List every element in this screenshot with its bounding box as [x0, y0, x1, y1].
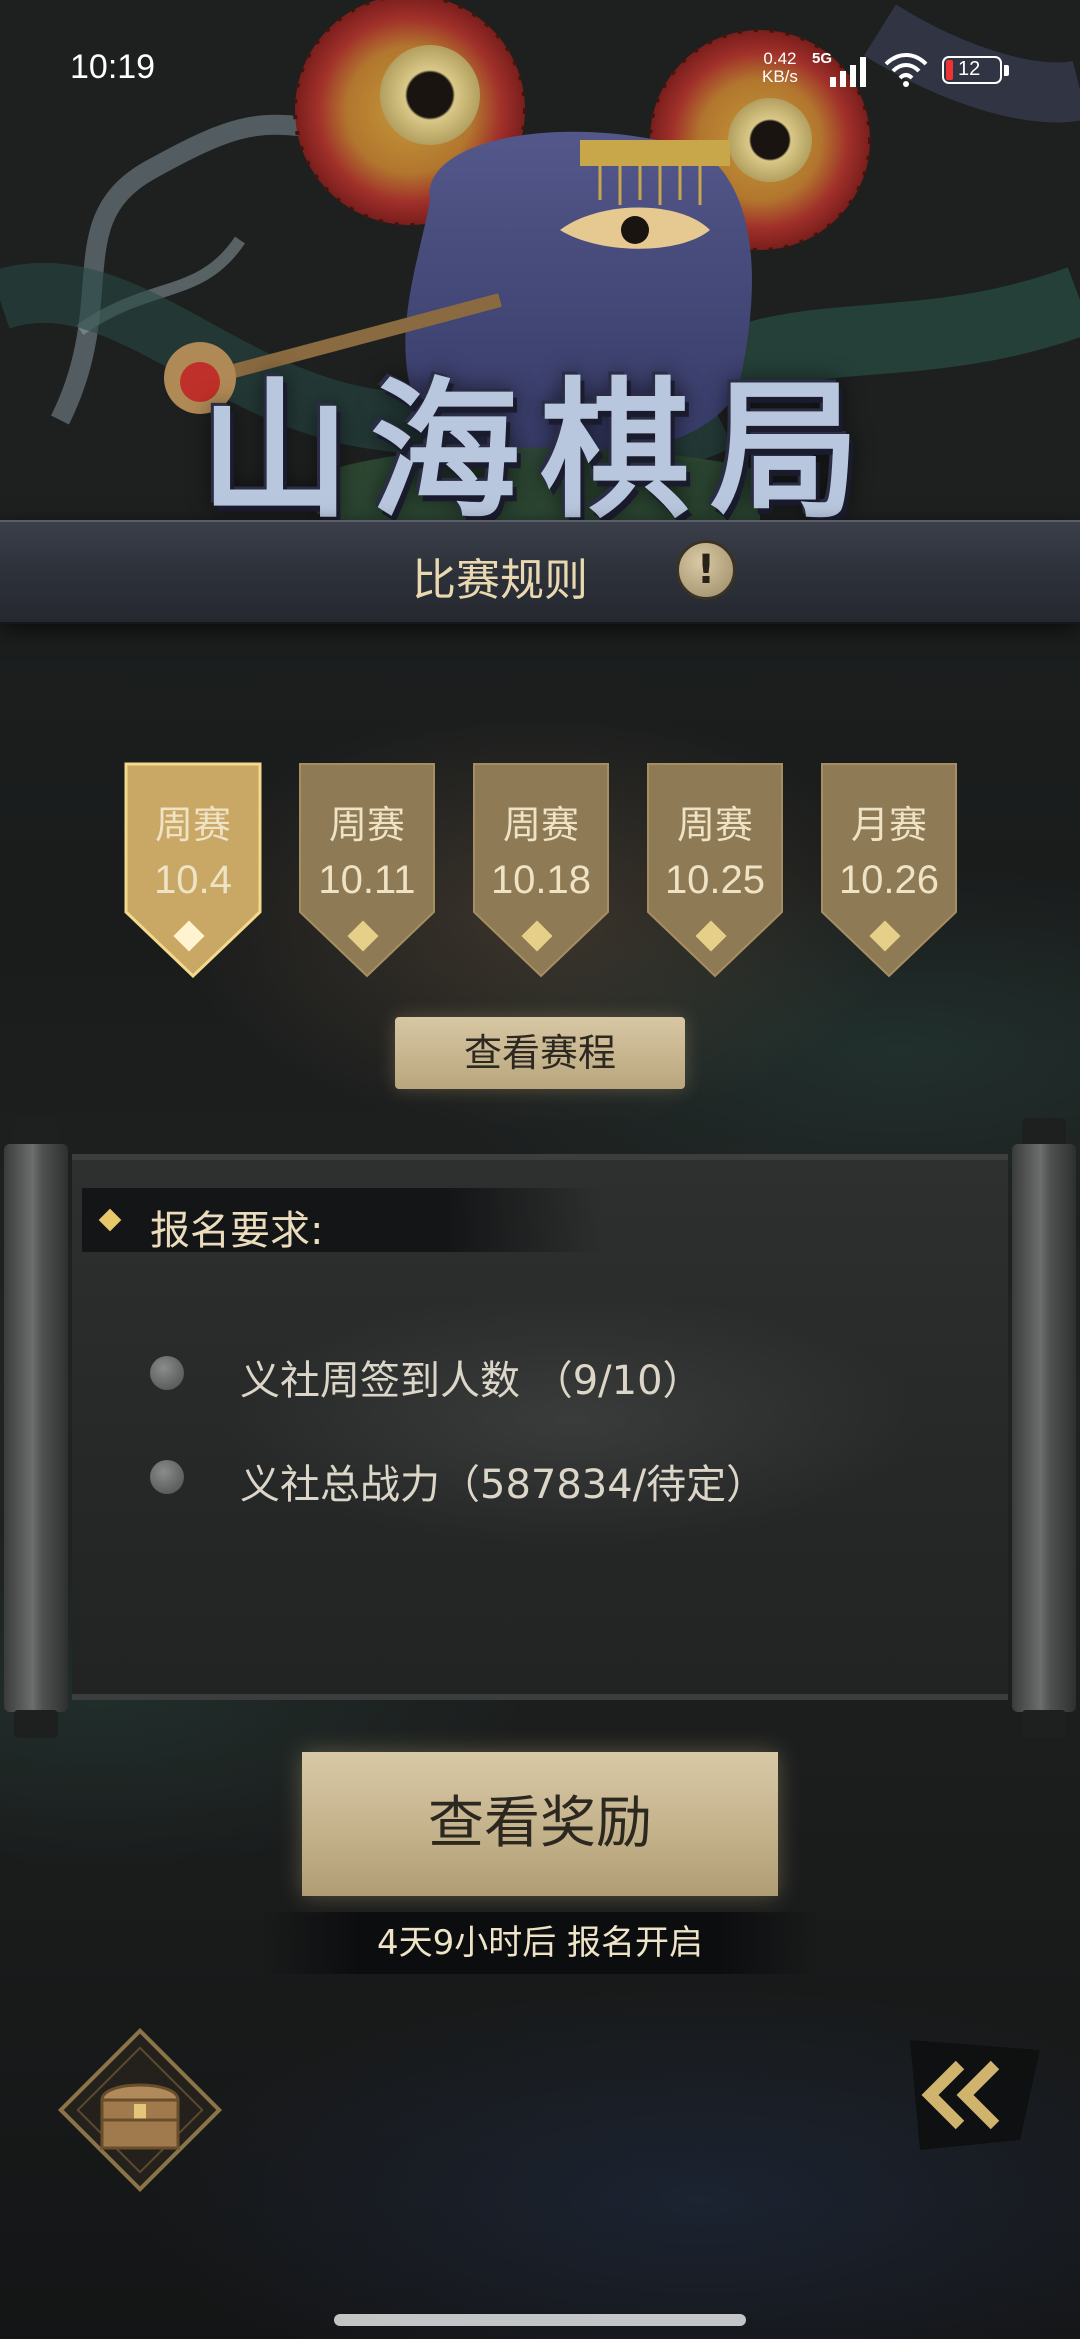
tab-week-10-25[interactable]: 周赛 10.25: [646, 762, 784, 978]
treasure-chest-icon[interactable]: [50, 2020, 230, 2200]
diamond-icon: [98, 1208, 122, 1232]
tab-type: 月赛: [850, 803, 927, 847]
rules-label: 比赛规则: [412, 555, 588, 606]
wifi-icon: [884, 53, 928, 87]
tab-date: 10.18: [490, 858, 592, 902]
requirements-scroll: 报名要求: 义社周签到人数 （9/10） 义社总战力（587834/待定）: [0, 1118, 1080, 1738]
tab-date: 10.11: [318, 858, 416, 902]
requirement-text: 义社周签到人数 （9/10）: [240, 1358, 703, 1404]
tab-week-10-18[interactable]: 周赛 10.18: [472, 762, 610, 978]
requirement-text: 义社总战力（587834/待定）: [240, 1462, 767, 1508]
scroll-roller-right: [1008, 1118, 1080, 1738]
network-type: 5G: [812, 50, 833, 67]
status-dot-icon: [150, 1356, 184, 1390]
double-chevron-left-icon[interactable]: [890, 2040, 1040, 2150]
net-speed-value: 0.42: [763, 49, 797, 68]
home-indicator[interactable]: [334, 2314, 746, 2326]
tab-type: 周赛: [676, 803, 753, 847]
tab-week-10-11[interactable]: 周赛 10.11: [298, 762, 436, 978]
battery-level: 12: [958, 58, 981, 80]
battery-fill: [946, 60, 953, 80]
battery-icon: 12: [942, 56, 1010, 86]
match-tabs: 周赛 10.4 周赛 10.11 周赛 10.18 周赛 10.25 月赛 10…: [124, 762, 964, 982]
tab-type: 周赛: [502, 803, 579, 847]
status-bar: 10:19 0.42 KB/s 5G 12: [0, 0, 1080, 140]
tab-type: 周赛: [154, 803, 231, 847]
status-dot-icon: [150, 1460, 184, 1494]
info-icon[interactable]: !: [676, 540, 736, 600]
tab-date: 10.25: [664, 858, 766, 902]
tab-month-10-26[interactable]: 月赛 10.26: [820, 762, 958, 978]
tab-type: 周赛: [328, 803, 405, 847]
signup-countdown: 4天9小时后 报名开启: [260, 1912, 820, 1974]
net-speed: 0.42 KB/s: [762, 50, 798, 86]
rules-banner[interactable]: 比赛规则 !: [0, 520, 1080, 624]
view-schedule-button[interactable]: 查看赛程: [395, 1017, 685, 1089]
signal-icon: [830, 55, 872, 87]
requirements-title: 报名要求:: [150, 1208, 324, 1254]
tab-week-10-4[interactable]: 周赛 10.4: [124, 762, 262, 978]
net-speed-unit: KB/s: [762, 67, 798, 86]
view-rewards-button[interactable]: 查看奖励: [302, 1752, 778, 1896]
game-title: 山海棋局: [199, 363, 880, 539]
status-time: 10:19: [70, 48, 156, 86]
tab-date: 10.26: [838, 858, 940, 902]
scroll-roller-left: [0, 1118, 72, 1738]
requirements-header: 报名要求:: [82, 1188, 602, 1254]
tab-date: 10.4: [154, 858, 232, 902]
